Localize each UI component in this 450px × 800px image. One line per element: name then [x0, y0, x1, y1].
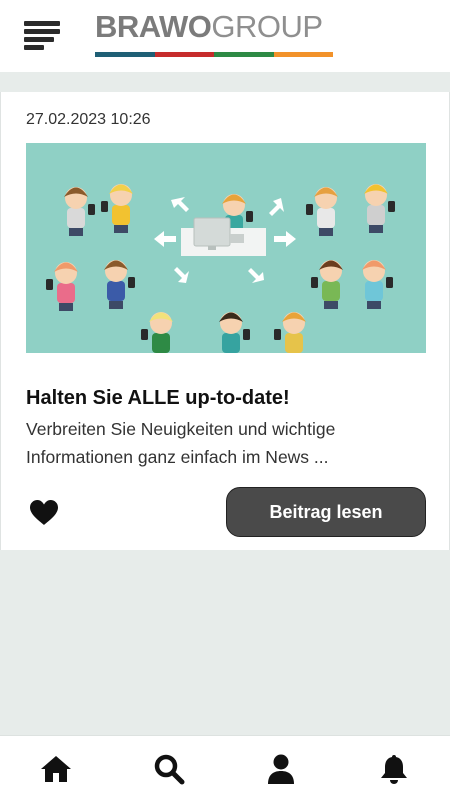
logo-text-bold: BRAWO	[95, 9, 212, 44]
news-card: 27.02.2023 10:26 Halten Sie ALLE up-to-d…	[0, 92, 450, 550]
person-figure	[364, 184, 395, 233]
person-figure	[46, 262, 78, 311]
desk-illustration	[181, 217, 266, 256]
person-figure	[64, 187, 95, 236]
person-figure	[306, 187, 338, 236]
bell-icon[interactable]	[378, 753, 410, 785]
post-excerpt: Verbreiten Sie Neuigkeiten und wichtige …	[26, 419, 336, 467]
people-network-illustration	[46, 184, 395, 353]
person-figure	[362, 260, 393, 309]
search-icon[interactable]	[153, 753, 185, 785]
read-post-button[interactable]: Beitrag lesen	[226, 487, 426, 537]
user-icon[interactable]	[265, 753, 297, 785]
person-figure	[101, 184, 133, 233]
heart-icon[interactable]	[29, 499, 59, 526]
person-figure	[141, 312, 173, 353]
post-date: 27.02.2023 10:26	[26, 111, 151, 128]
person-figure	[274, 312, 306, 353]
person-figure	[311, 260, 343, 309]
post-title: Halten Sie ALLE up-to-date!	[26, 387, 290, 409]
brawogroup-logo: BRAWOGROUP	[95, 10, 337, 60]
home-icon[interactable]	[40, 753, 72, 785]
person-figure	[219, 312, 250, 353]
hamburger-menu-icon[interactable]	[24, 21, 60, 50]
logo-text-light: GROUP	[211, 9, 323, 44]
app-header: BRAWOGROUP	[0, 0, 450, 72]
person-figure	[104, 260, 135, 309]
post-image	[26, 143, 426, 353]
bottom-navigation	[0, 735, 450, 800]
logo-color-stripes	[95, 52, 333, 57]
